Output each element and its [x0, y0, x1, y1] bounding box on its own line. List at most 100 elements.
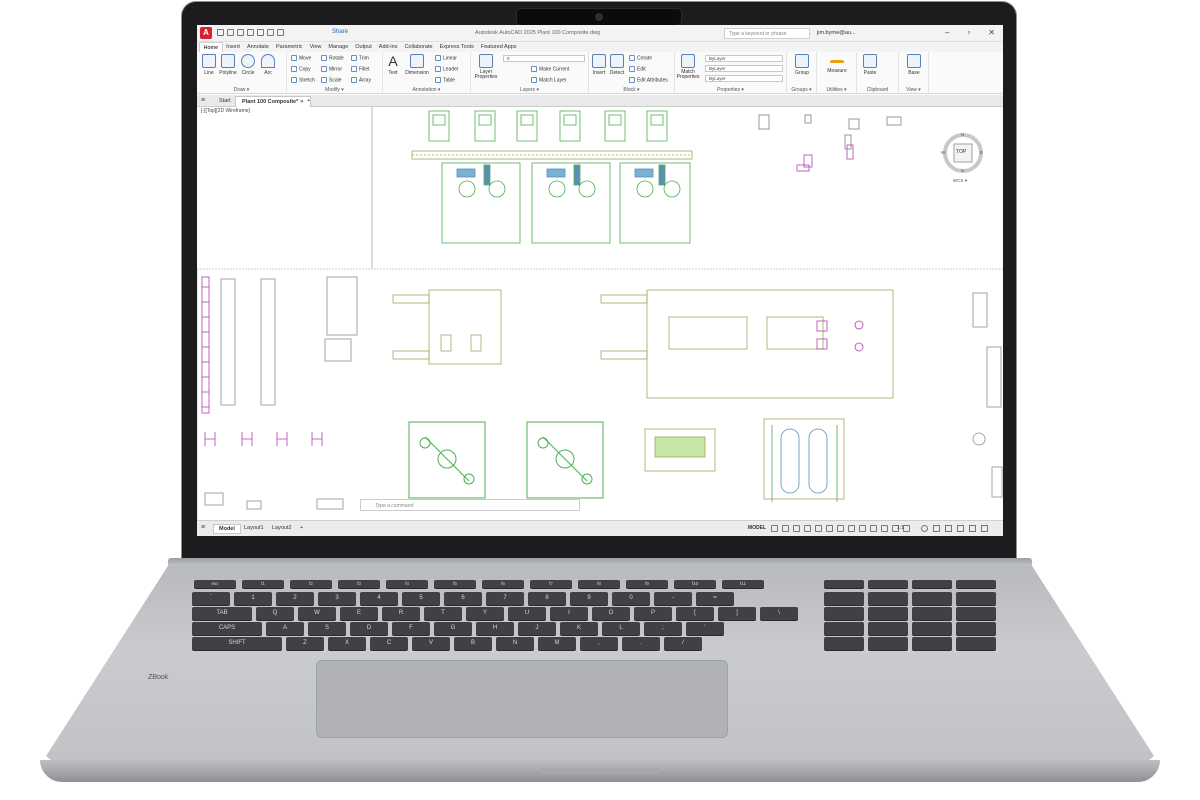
keyboard-key[interactable]: [ [676, 607, 714, 620]
viewcube-top-label[interactable]: TOP [956, 149, 966, 155]
selection-cycling-icon[interactable] [859, 525, 866, 532]
numpad-key[interactable] [912, 607, 952, 620]
insert-tool[interactable]: Insert [589, 54, 609, 76]
keyboard-key[interactable]: Q [256, 607, 294, 620]
keyboard-key[interactable]: 8 [528, 592, 566, 605]
keyboard-key[interactable]: 0 [612, 592, 650, 605]
keyboard-key[interactable]: S [308, 622, 346, 635]
keyboard-key[interactable]: X [328, 637, 366, 650]
numpad-key[interactable] [956, 637, 996, 650]
linetype-dropdown[interactable]: ByLayer [705, 65, 783, 72]
numpad-key[interactable] [912, 580, 952, 588]
keyboard-key[interactable]: SHIFT [192, 637, 282, 650]
make-current-tool[interactable]: Make Current [531, 66, 569, 72]
keyboard-key[interactable]: K [560, 622, 598, 635]
polyline-tool[interactable]: Polyline [217, 54, 239, 76]
keyboard-key[interactable]: Z [286, 637, 324, 650]
tab-home[interactable]: Home [199, 42, 223, 52]
keyboard-key[interactable]: 4 [360, 592, 398, 605]
copy-tool[interactable]: Copy [291, 66, 311, 72]
keyboard-key[interactable]: Y [466, 607, 504, 620]
numpad-key[interactable] [956, 607, 996, 620]
numpad-key[interactable] [912, 592, 952, 605]
lineweight-icon[interactable] [837, 525, 844, 532]
keyboard-key[interactable]: J [518, 622, 556, 635]
layer-dropdown[interactable]: 0 [503, 55, 585, 62]
dimension-tool[interactable]: Dimension [403, 54, 431, 76]
group-tool[interactable]: Group [791, 54, 813, 76]
numpad-key[interactable] [868, 580, 908, 588]
utilities-panel-label[interactable]: Utilities ▾ [817, 87, 856, 93]
tab-express-tools[interactable]: Express Tools [436, 42, 477, 52]
keyboard-key[interactable]: esc [194, 580, 236, 588]
search-input[interactable]: Type a keyword or phrase [724, 28, 810, 39]
tab-parametric[interactable]: Parametric [272, 42, 306, 52]
numpad-key[interactable] [824, 637, 864, 650]
match-properties-tool[interactable]: Match Properties [675, 54, 701, 80]
tab-manage[interactable]: Manage [325, 42, 352, 52]
isolate-objects-icon[interactable] [945, 525, 952, 532]
compass-west[interactable]: W [941, 150, 945, 155]
keyboard-key[interactable]: \ [760, 607, 798, 620]
block-panel-label[interactable]: Block ▾ [589, 87, 674, 93]
autocad-logo-icon[interactable]: A [200, 27, 212, 39]
numpad-key[interactable] [868, 637, 908, 650]
keyboard-key[interactable]: A [266, 622, 304, 635]
polar-icon[interactable] [804, 525, 811, 532]
move-tool[interactable]: Move [291, 55, 311, 61]
close-button[interactable]: ✕ [988, 28, 995, 37]
numpad-key[interactable] [868, 592, 908, 605]
open-file-icon[interactable] [227, 29, 234, 36]
restore-button[interactable]: ▫ [967, 28, 970, 37]
keyboard-key[interactable]: B [454, 637, 492, 650]
keyboard-key[interactable]: ; [644, 622, 682, 635]
keyboard-key[interactable]: ` [192, 592, 230, 605]
linear-tool[interactable]: Linear [435, 55, 457, 61]
tab-view[interactable]: View [306, 42, 325, 52]
touchpad[interactable] [316, 660, 728, 738]
numpad-key[interactable] [824, 607, 864, 620]
lineweight-dropdown[interactable]: ByLayer [705, 75, 783, 82]
keyboard-key[interactable]: 6 [444, 592, 482, 605]
measure-tool[interactable]: Measure [825, 54, 849, 74]
keyboard-key[interactable]: f4 [386, 580, 428, 588]
table-tool[interactable]: Table [435, 77, 455, 83]
tab-layout2[interactable]: Layout2 [267, 524, 297, 532]
color-dropdown[interactable]: ByLayer [705, 55, 783, 62]
keyboard-key[interactable]: G [434, 622, 472, 635]
save-as-icon[interactable] [247, 29, 254, 36]
numpad-key[interactable] [824, 592, 864, 605]
rotate-tool[interactable]: Rotate [321, 55, 344, 61]
keyboard-key[interactable]: N [496, 637, 534, 650]
keyboard-key[interactable]: f9 [626, 580, 668, 588]
keyboard-key[interactable]: E [340, 607, 378, 620]
keyboard-key[interactable]: f8 [578, 580, 620, 588]
properties-panel-label[interactable]: Properties ▾ [675, 87, 786, 93]
stretch-tool[interactable]: Stretch [291, 77, 315, 83]
settings-gear-icon[interactable] [921, 525, 928, 532]
numpad-key[interactable] [824, 622, 864, 635]
new-tab-button[interactable]: + [301, 96, 316, 107]
keyboard-key[interactable]: D [350, 622, 388, 635]
keyboard-key[interactable]: U [508, 607, 546, 620]
keyboard-key[interactable]: f3 [338, 580, 380, 588]
detect-tool[interactable]: Detect [607, 54, 627, 76]
fillet-tool[interactable]: Fillet [351, 66, 370, 72]
grid-icon[interactable] [771, 525, 778, 532]
ortho-icon[interactable] [793, 525, 800, 532]
numpad-key[interactable] [868, 607, 908, 620]
scale-tool[interactable]: Scale [321, 77, 342, 83]
share-button[interactable]: Share [332, 29, 348, 35]
osnap-icon[interactable] [815, 525, 822, 532]
keyboard-key[interactable]: = [696, 592, 734, 605]
keyboard-key[interactable]: f11 [722, 580, 764, 588]
keyboard-key[interactable]: f7 [530, 580, 572, 588]
model-space-toggle[interactable]: MODEL [748, 525, 766, 531]
wcs-menu[interactable]: WCS ▾ [953, 178, 967, 184]
keyboard-key[interactable]: L [602, 622, 640, 635]
keyboard-key[interactable]: / [664, 637, 702, 650]
numpad-key[interactable] [956, 580, 996, 588]
snap-icon[interactable] [782, 525, 789, 532]
keyboard-key[interactable]: M [538, 637, 576, 650]
clean-screen-icon[interactable] [969, 525, 976, 532]
